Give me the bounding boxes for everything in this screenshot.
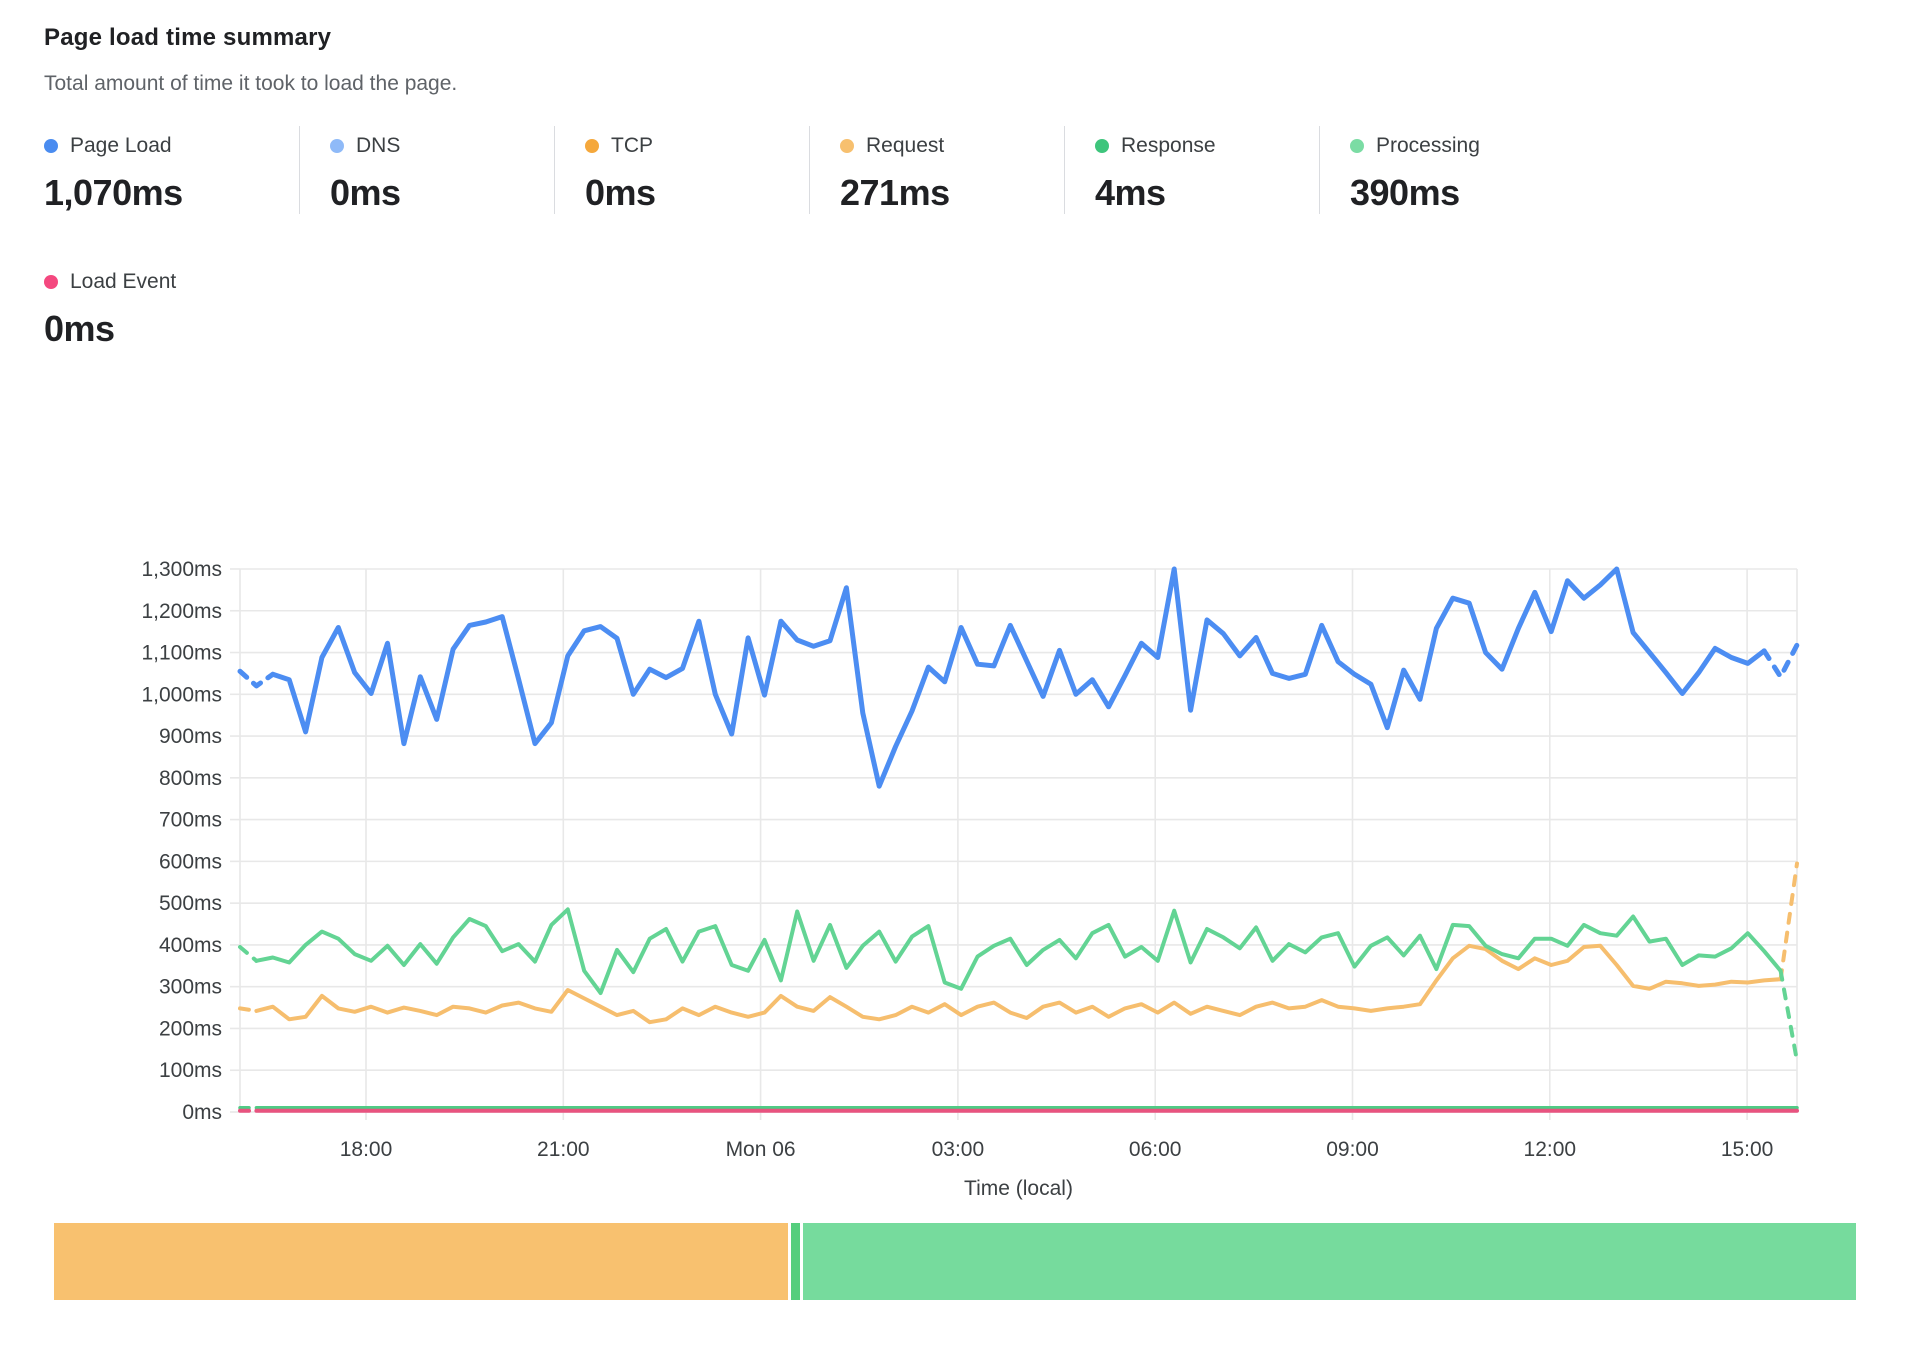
- y-tick-label: 500ms: [159, 892, 222, 915]
- x-tick-label: 15:00: [1721, 1138, 1774, 1161]
- page-load-line: [273, 569, 1764, 786]
- y-tick-label: 900ms: [159, 725, 222, 748]
- x-tick-label: 12:00: [1524, 1138, 1577, 1161]
- x-axis-title: Time (local): [964, 1177, 1073, 1200]
- bar-segment-request-portion: [54, 1223, 788, 1300]
- y-tick-label: 200ms: [159, 1017, 222, 1040]
- y-tick-label: 800ms: [159, 767, 222, 790]
- request-line-dashed-end: [1781, 864, 1797, 980]
- load-time-line-chart[interactable]: 0ms 100ms 200ms 300ms 400ms 500ms 600ms 700ms 80…: [0, 0, 1910, 1352]
- y-tick-label: 600ms: [159, 850, 222, 873]
- processing-line-dashed-start: [240, 947, 256, 961]
- y-tick-label: 1,100ms: [141, 642, 222, 665]
- request-line-dashed-start: [240, 1008, 256, 1011]
- x-tick-label: 09:00: [1326, 1138, 1379, 1161]
- page-load-line-dashed-start: [240, 671, 273, 686]
- y-tick-label: 0ms: [182, 1101, 222, 1124]
- bar-segment-processing-portion: [803, 1223, 1856, 1300]
- y-tick-label: 1,000ms: [141, 683, 222, 706]
- y-tick-label: 300ms: [159, 976, 222, 999]
- request-processing-ratio-bar[interactable]: [54, 1223, 1856, 1300]
- page-load-line-dashed-end: [1764, 645, 1797, 677]
- x-tick-label: 06:00: [1129, 1138, 1182, 1161]
- processing-line: [256, 909, 1780, 993]
- processing-line-dashed-end: [1781, 971, 1797, 1061]
- x-tick-label: 03:00: [932, 1138, 985, 1161]
- x-tick-label: Mon 06: [726, 1138, 796, 1161]
- x-tick-label: 21:00: [537, 1138, 590, 1161]
- y-tick-label: 1,300ms: [141, 558, 222, 581]
- request-line: [256, 946, 1780, 1022]
- y-tick-label: 700ms: [159, 809, 222, 832]
- bar-segment-sliver: [791, 1223, 800, 1300]
- y-tick-label: 100ms: [159, 1059, 222, 1082]
- y-tick-label: 1,200ms: [141, 600, 222, 623]
- x-tick-label: 18:00: [340, 1138, 393, 1161]
- y-tick-label: 400ms: [159, 934, 222, 957]
